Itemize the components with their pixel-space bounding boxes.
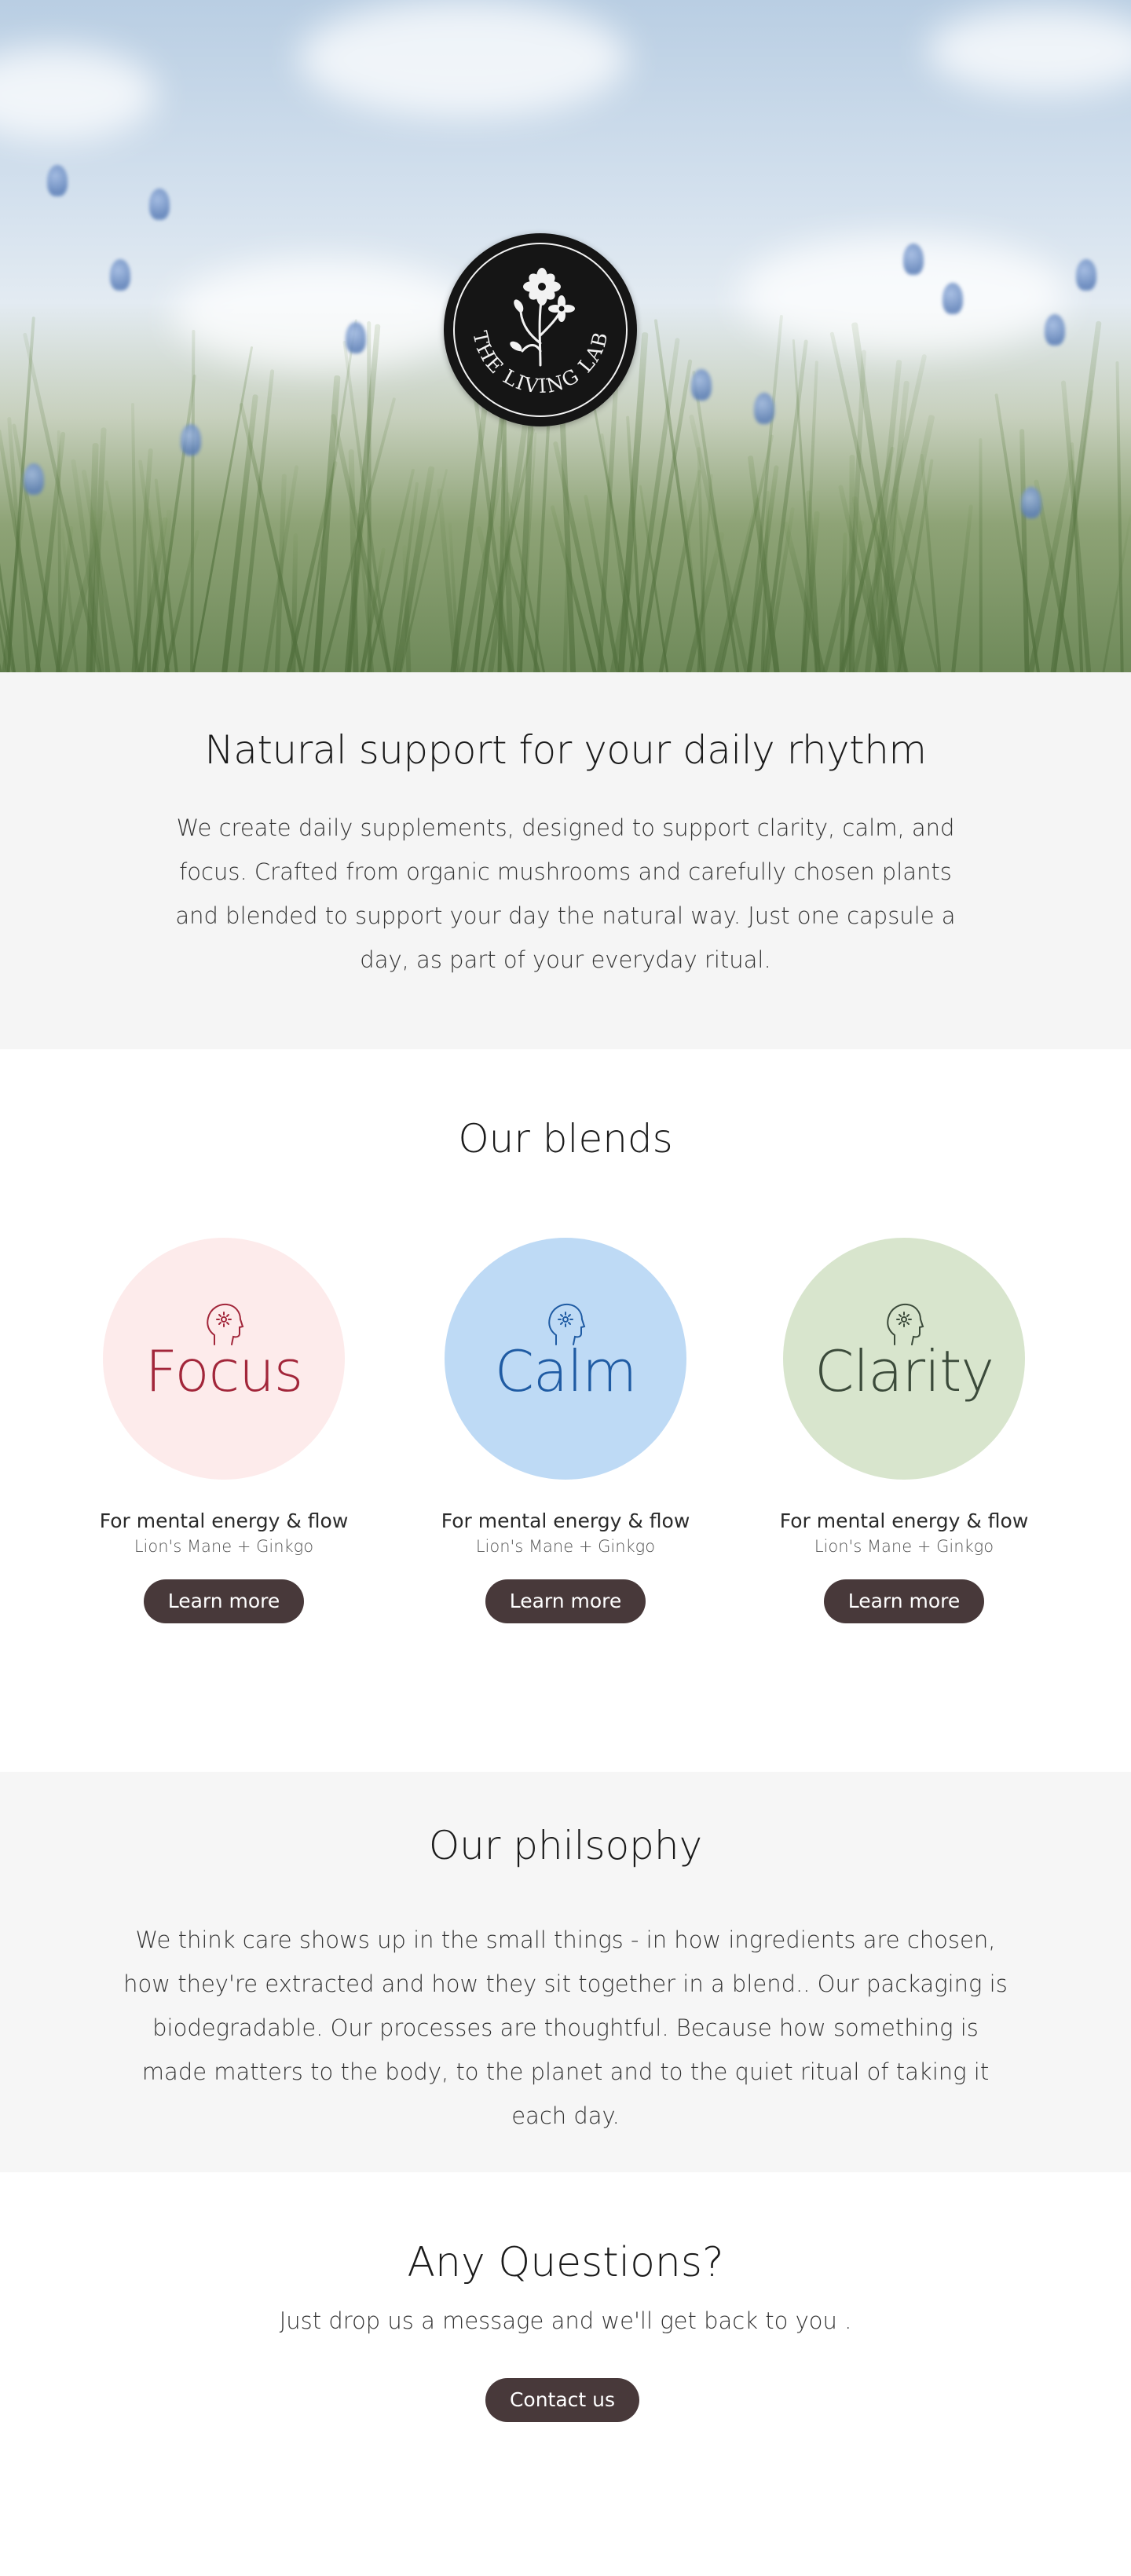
bluebell-flower bbox=[942, 283, 963, 314]
grass-blade bbox=[1100, 514, 1131, 672]
bluebell-flower bbox=[24, 463, 44, 495]
cloud bbox=[927, 8, 1131, 94]
grass-blade bbox=[331, 413, 396, 672]
cloud bbox=[173, 259, 471, 369]
bluebell-flower bbox=[903, 243, 924, 275]
grass-blade bbox=[979, 437, 983, 672]
learn-more-button-focus[interactable]: Learn more bbox=[144, 1579, 304, 1623]
intro-heading: Natural support for your daily rhythm bbox=[204, 727, 927, 773]
grass-blade bbox=[1115, 361, 1124, 672]
blend-circle[interactable]: Clarity bbox=[783, 1238, 1025, 1480]
blend-card-calm: Calm For mental energy & flow Lion's Man… bbox=[440, 1238, 691, 1623]
questions-heading: Any Questions? bbox=[407, 2239, 724, 2286]
blend-name: Calm bbox=[494, 1338, 638, 1404]
learn-more-button-clarity[interactable]: Learn more bbox=[824, 1579, 984, 1623]
brand-logo[interactable]: THE LIVING LAB bbox=[444, 233, 637, 426]
blend-ingredients: Lion's Mane + Ginkgo bbox=[475, 1537, 656, 1556]
contact-section: Any Questions? Just drop us a message an… bbox=[0, 2172, 1131, 2576]
cloud bbox=[298, 0, 628, 118]
bluebell-flower bbox=[754, 393, 774, 424]
blend-card-clarity: Clarity For mental energy & flow Lion's … bbox=[778, 1238, 1030, 1623]
hero-banner: THE LIVING LAB bbox=[0, 0, 1131, 672]
blend-circle[interactable]: Calm bbox=[445, 1238, 686, 1480]
bluebell-flower bbox=[1045, 314, 1065, 346]
philosophy-section: Our philsophy We think care shows up in … bbox=[0, 1772, 1131, 2172]
bluebell-flower bbox=[110, 259, 130, 291]
philosophy-body: We think care shows up in the small thin… bbox=[123, 1927, 1008, 2129]
intro-section: Natural support for your daily rhythm We… bbox=[0, 672, 1131, 1049]
grass-blade bbox=[950, 504, 973, 672]
blend-ingredients: Lion's Mane + Ginkgo bbox=[814, 1537, 994, 1556]
grass-blade bbox=[920, 453, 942, 672]
questions-body: Just drop us a message and we'll get bac… bbox=[279, 2307, 852, 2334]
blends-heading: Our blends bbox=[458, 1116, 673, 1162]
blend-tagline: For mental energy & flow bbox=[779, 1509, 1029, 1532]
blend-card-focus: Focus For mental energy & flow Lion's Ma… bbox=[98, 1238, 350, 1623]
bluebell-flower bbox=[1076, 259, 1096, 291]
philosophy-heading: Our philsophy bbox=[428, 1823, 703, 1868]
flower-logo-icon: THE LIVING LAB bbox=[468, 268, 611, 397]
bluebell-flower bbox=[346, 322, 366, 353]
grass-blade bbox=[190, 329, 196, 672]
bluebell-flower bbox=[47, 165, 68, 196]
bluebell-flower bbox=[1021, 487, 1041, 518]
blends-section: Our blends Focus For mental energy & flo… bbox=[0, 1049, 1131, 1772]
grass-blade bbox=[994, 393, 1042, 672]
bluebell-flower bbox=[181, 424, 201, 456]
bluebell-flower bbox=[149, 188, 170, 220]
cloud bbox=[0, 47, 157, 141]
blend-name: Clarity bbox=[814, 1338, 994, 1404]
grass-blade bbox=[274, 474, 287, 672]
blend-circle[interactable]: Focus bbox=[103, 1238, 345, 1480]
intro-body: We create daily supplements, designed to… bbox=[175, 814, 956, 973]
bluebell-flower bbox=[691, 369, 712, 401]
blend-tagline: For mental energy & flow bbox=[99, 1509, 349, 1532]
learn-more-button-calm[interactable]: Learn more bbox=[485, 1579, 646, 1623]
blend-tagline: For mental energy & flow bbox=[441, 1509, 690, 1532]
blend-ingredients: Lion's Mane + Ginkgo bbox=[134, 1537, 314, 1556]
blend-name: Focus bbox=[145, 1338, 304, 1404]
contact-us-button[interactable]: Contact us bbox=[485, 2378, 639, 2422]
